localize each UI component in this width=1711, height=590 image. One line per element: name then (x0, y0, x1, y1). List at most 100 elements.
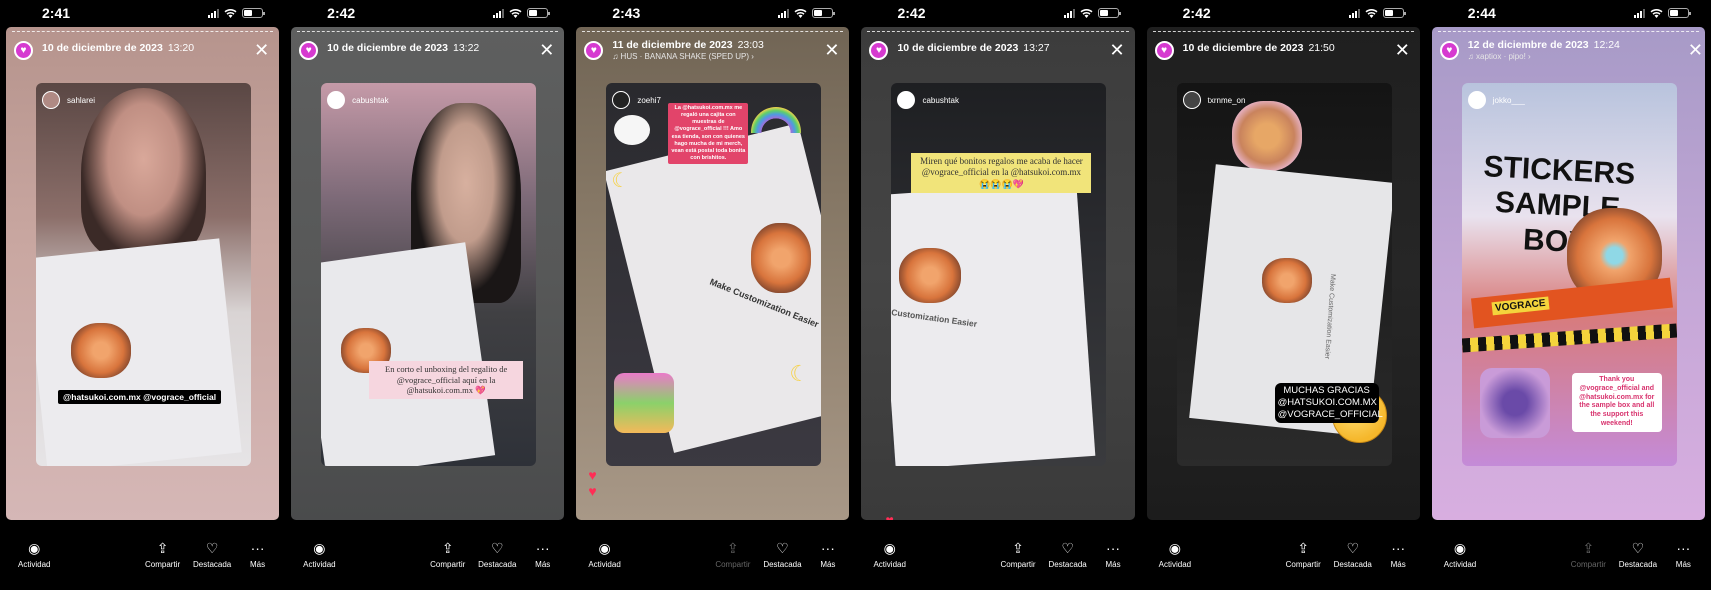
white-box (891, 181, 1096, 466)
share-icon: ⇪ (441, 540, 454, 556)
more-button[interactable]: ··· Más (1391, 540, 1406, 569)
close-icon[interactable]: ✕ (824, 41, 839, 59)
highlight-button[interactable]: ♡ Destacada (1334, 540, 1372, 569)
story-viewer[interactable]: ♥ 12 de diciembre de 2023 12:24 ♫ xaptiox… (1431, 27, 1705, 520)
close-icon[interactable]: ✕ (1110, 41, 1125, 59)
more-label: Más (820, 560, 836, 569)
highlight-heart-icon: ♥ (584, 41, 604, 60)
story-viewer[interactable]: ♥ 10 de diciembre de 2023 21:50 ✕ txrnme_… (1146, 27, 1420, 520)
eye-icon: ◉ (28, 540, 41, 556)
wifi-icon (224, 9, 237, 18)
person-figure (81, 88, 206, 258)
share-button[interactable]: ⇪ Compartir (1286, 540, 1321, 569)
activity-button[interactable]: ◉ Actividad (873, 540, 905, 569)
battery-icon (1667, 8, 1691, 18)
reshared-story-card[interactable]: jokko___ STICKERS SAMPLE BOX VOGRACE Tha… (1461, 83, 1677, 466)
more-button[interactable]: ··· Más (1105, 540, 1120, 569)
story-date: 10 de diciembre de 2023 21:50 (1182, 42, 1335, 54)
reshared-story-card[interactable]: sahlarei @hatsukoi.com.mx @vograce_offic… (36, 83, 251, 466)
plush-toy (1231, 101, 1302, 171)
signal-icon (208, 8, 220, 18)
highlight-heart-icon: ♡ (1346, 540, 1360, 556)
highlight-button[interactable]: ♡ Destacada (478, 540, 516, 569)
story-author[interactable]: txrnme_on (1182, 91, 1245, 109)
signal-icon (1063, 8, 1075, 18)
share-icon: ⇪ (1582, 540, 1595, 556)
story-author[interactable]: cabushtak (897, 91, 959, 109)
share-button[interactable]: ⇪ Compartir (430, 540, 465, 569)
highlight-heart-icon: ♥ (869, 41, 889, 60)
caption-sticker[interactable]: MUCHAS GRACIAS @HATSUKOI.COM.MX @VOGRACE… (1274, 383, 1383, 423)
story-toolbar: ◉ Actividad ⇪ Compartir ♡ Destacada ··· Más (1426, 540, 1711, 580)
share-button[interactable]: ⇪ Compartir (1000, 540, 1035, 569)
vograce-mascot-sticker (71, 323, 131, 378)
story-toolbar: ◉ Actividad ⇪ Compartir ♡ Destacada ··· Más (0, 540, 285, 580)
more-button[interactable]: ··· Más (820, 540, 835, 569)
story-viewer[interactable]: ♥ 10 de diciembre de 2023 13:27 ✕ cabusht… (861, 27, 1135, 520)
more-button[interactable]: ··· Más (250, 540, 265, 569)
caption-sticker[interactable]: La @hatsukoi.com.mx me regaló una cajita… (668, 103, 749, 165)
battery-icon (1097, 8, 1121, 18)
activity-label: Actividad (303, 560, 336, 569)
story-author[interactable]: cabushtak (327, 91, 389, 109)
status-bar: 2:41 (0, 0, 285, 28)
highlight-button[interactable]: ♡ Destacada (763, 540, 801, 569)
close-icon[interactable]: ✕ (254, 41, 269, 59)
story-viewer[interactable]: ♥ 10 de diciembre de 2023 13:20 ✕ sahlare… (6, 27, 280, 520)
story-viewer[interactable]: ♥ 10 de diciembre de 2023 13:22 ✕ cabusht… (291, 27, 565, 520)
close-icon[interactable]: ✕ (1688, 41, 1703, 59)
activity-button[interactable]: ◉ Actividad (1444, 540, 1476, 569)
purple-character-sticker (1479, 368, 1550, 438)
wifi-icon (1650, 9, 1663, 18)
share-button[interactable]: ⇪ Compartir (1571, 540, 1606, 569)
checker-strip (1461, 323, 1677, 353)
story-toolbar: ◉ Actividad ⇪ Compartir ♡ Destacada ··· Más (855, 540, 1140, 580)
music-icon: ♫ (612, 52, 621, 61)
activity-label: Actividad (588, 560, 621, 569)
status-time: 2:42 (327, 5, 356, 21)
more-button[interactable]: ··· Más (535, 540, 550, 569)
story-progress-bar (582, 31, 844, 33)
story-date: 11 de diciembre de 2023 23:03 (612, 39, 764, 51)
reshared-story-card[interactable]: cabushtak Customization Easier Miren qué… (891, 83, 1107, 466)
story-date: 10 de diciembre de 2023 13:20 (42, 42, 195, 54)
activity-button[interactable]: ◉ Actividad (1159, 540, 1191, 569)
reshared-story-card[interactable]: cabushtak En corto el unboxing del regal… (321, 83, 537, 466)
close-icon[interactable]: ✕ (539, 41, 554, 59)
activity-button[interactable]: ◉ Actividad (588, 540, 620, 569)
reshared-story-card[interactable]: txrnme_on Make Customization Easier MUCH… (1176, 83, 1392, 466)
activity-button[interactable]: ◉ Actividad (303, 540, 335, 569)
story-author[interactable]: zoehi7 (612, 91, 661, 109)
share-button[interactable]: ⇪ Compartir (715, 540, 750, 569)
avatar (1182, 91, 1201, 109)
activity-label: Actividad (18, 560, 51, 569)
highlight-button[interactable]: ♡ Destacada (1619, 540, 1657, 569)
status-bar: 2:42 (285, 0, 570, 28)
mention-sticker[interactable]: @hatsukoi.com.mx @vograce_official (58, 390, 222, 404)
caption-sticker[interactable]: En corto el unboxing del regalito de @vo… (369, 361, 524, 399)
more-button[interactable]: ··· Más (1676, 540, 1691, 569)
highlight-button[interactable]: ♡ Destacada (193, 540, 231, 569)
close-icon[interactable]: ✕ (1395, 41, 1410, 59)
share-button[interactable]: ⇪ Compartir (145, 540, 180, 569)
vograce-mascot-sticker (1261, 258, 1312, 303)
story-viewer[interactable]: ♥ 11 de diciembre de 2023 23:03 ♫ HUS · B… (576, 27, 850, 520)
reshared-story-card[interactable]: zoehi7 Make Customization Easier ☾ ☾ La … (606, 83, 822, 466)
caption-sticker[interactable]: Thank you @vograce_official and @hatsuko… (1571, 373, 1662, 432)
character-sticker (614, 373, 675, 433)
phone-screen-5: 2:42 ♥ 10 de diciembre de 2023 21:50 ✕ tx… (1140, 0, 1426, 590)
story-date: 10 de diciembre de 2023 13:27 (897, 42, 1050, 54)
story-author[interactable]: sahlarei (42, 91, 95, 109)
story-music[interactable]: ♫ HUS · BANANA SHAKE (SPED UP) › (612, 52, 764, 61)
status-time: 2:43 (612, 5, 641, 21)
activity-button[interactable]: ◉ Actividad (18, 540, 50, 569)
story-header: ♥ 10 de diciembre de 2023 13:27 ✕ (869, 39, 1126, 69)
highlight-button[interactable]: ♡ Destacada (1048, 540, 1086, 569)
story-progress-bar (12, 31, 274, 33)
eye-icon: ◉ (1453, 540, 1467, 556)
reaction-hearts: ♥ ♥ (588, 467, 597, 499)
story-music[interactable]: ♫ xaptiox · pipo! › (1468, 52, 1620, 61)
caption-sticker[interactable]: Miren qué bonitos regalos me acaba de ha… (911, 153, 1092, 193)
story-author[interactable]: jokko___ (1467, 91, 1525, 109)
share-icon: ⇪ (1297, 540, 1310, 556)
